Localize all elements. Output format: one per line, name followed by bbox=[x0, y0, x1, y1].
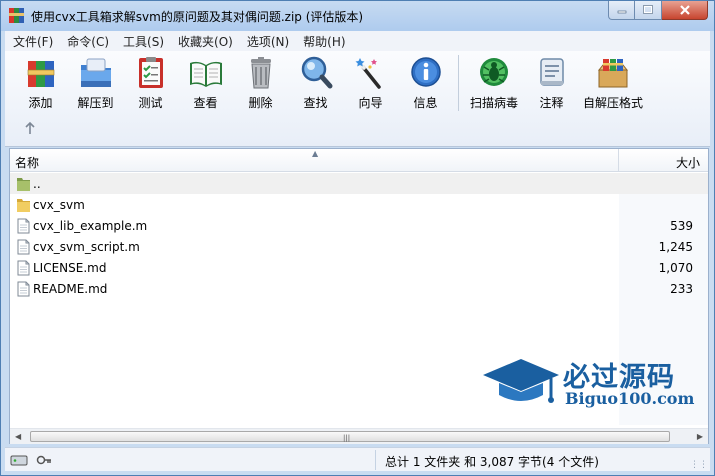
maximize-icon bbox=[643, 5, 653, 14]
virus-scan-label: 扫描病毒 bbox=[469, 96, 518, 110]
menu-favorites[interactable]: 收藏夹(O) bbox=[178, 33, 233, 50]
wizard-wand-icon bbox=[355, 58, 381, 89]
watermark-subtitle: Biguo100.com bbox=[565, 389, 695, 408]
winrar-app-icon bbox=[9, 8, 24, 23]
list-header: ▲ 名称 大小 bbox=[10, 149, 708, 172]
wizard-button[interactable]: 向导 bbox=[343, 55, 398, 111]
up-one-level-icon[interactable] bbox=[23, 121, 37, 135]
list-item-file[interactable]: LICENSE.md 1,070 bbox=[10, 257, 708, 278]
file-name: .. bbox=[33, 177, 41, 191]
view-label: 查看 bbox=[193, 96, 218, 110]
list-item-parent[interactable]: .. bbox=[10, 173, 708, 194]
comment-button[interactable]: 注释 bbox=[524, 55, 579, 111]
extract-folder-icon bbox=[80, 58, 111, 87]
folder-icon bbox=[17, 199, 30, 212]
file-size: 1,245 bbox=[658, 240, 693, 254]
document-icon bbox=[17, 218, 30, 234]
close-button[interactable] bbox=[662, 1, 708, 20]
view-button[interactable]: 查看 bbox=[178, 55, 233, 111]
comment-label: 注释 bbox=[539, 96, 564, 110]
file-name: cvx_svm_script.m bbox=[33, 240, 140, 254]
info-button[interactable]: 信息 bbox=[398, 55, 453, 111]
virus-scan-icon bbox=[480, 58, 508, 86]
scrollbar-thumb[interactable]: ||| bbox=[30, 431, 670, 442]
test-checklist-icon bbox=[138, 57, 163, 88]
extract-to-button[interactable]: 解压到 bbox=[68, 55, 123, 111]
file-name: README.md bbox=[33, 282, 108, 296]
file-size: 233 bbox=[670, 282, 693, 296]
test-button[interactable]: 测试 bbox=[123, 55, 178, 111]
menu-help[interactable]: 帮助(H) bbox=[303, 33, 345, 50]
scrollbar-grip-icon: ||| bbox=[343, 434, 351, 442]
scroll-right-icon[interactable]: ▶ bbox=[697, 432, 703, 441]
file-name: cvx_lib_example.m bbox=[33, 219, 148, 233]
delete-label: 删除 bbox=[248, 96, 273, 110]
window-controls bbox=[608, 1, 708, 21]
find-button[interactable]: 查找 bbox=[288, 55, 343, 111]
menu-tools[interactable]: 工具(S) bbox=[123, 33, 164, 50]
horizontal-scrollbar[interactable]: ◀ ||| ▶ bbox=[10, 428, 708, 444]
sfx-button[interactable]: 自解压格式 bbox=[579, 55, 647, 111]
comment-icon bbox=[539, 58, 564, 86]
maximize-button[interactable] bbox=[635, 1, 662, 20]
delete-button[interactable]: 删除 bbox=[233, 55, 288, 111]
sort-caret-icon: ▲ bbox=[312, 149, 319, 158]
parent-folder-icon bbox=[17, 178, 30, 191]
watermark: 必过源码 Biguo100.com bbox=[481, 353, 695, 413]
status-divider bbox=[375, 450, 376, 470]
status-bar: 总计 1 文件夹 和 3,087 字节(4 个文件) ⋮⋮ bbox=[5, 447, 710, 471]
document-icon bbox=[17, 281, 30, 297]
column-size-header[interactable]: 大小 bbox=[676, 154, 700, 171]
status-summary: 总计 1 文件夹 和 3,087 字节(4 个文件) bbox=[385, 455, 599, 469]
test-label: 测试 bbox=[138, 96, 163, 110]
menu-bar: 文件(F) 命令(C) 工具(S) 收藏夹(O) 选项(N) 帮助(H) bbox=[5, 31, 710, 51]
trash-icon bbox=[250, 57, 271, 89]
add-button[interactable]: 添加 bbox=[13, 55, 68, 111]
file-rows: .. cvx_svm cvx_lib_example.m 539 cvx_svm… bbox=[10, 173, 708, 299]
document-icon bbox=[17, 260, 30, 276]
graduation-cap-icon bbox=[483, 359, 559, 403]
file-size: 539 bbox=[670, 219, 693, 233]
virus-scan-button[interactable]: 扫描病毒 bbox=[464, 55, 524, 111]
column-name-header[interactable]: 名称 bbox=[15, 154, 39, 171]
info-icon bbox=[410, 57, 441, 87]
sfx-box-icon bbox=[597, 59, 629, 88]
resize-grip-icon[interactable]: ⋮⋮ bbox=[690, 460, 708, 470]
file-name: cvx_svm bbox=[33, 198, 85, 212]
toolbar-buttons: 添加 解压到 测试 查看 删除 查找 向导 信息 扫描病毒 注释 自解压格式 bbox=[13, 55, 647, 113]
add-label: 添加 bbox=[28, 96, 53, 110]
app-window: 使用cvx工具箱求解svm的原问题及其对偶问题.zip (评估版本) 文件(F)… bbox=[0, 0, 715, 476]
wizard-label: 向导 bbox=[358, 96, 383, 110]
list-item-file[interactable]: README.md 233 bbox=[10, 278, 708, 299]
list-item-file[interactable]: cvx_lib_example.m 539 bbox=[10, 215, 708, 236]
list-item-file[interactable]: cvx_svm_script.m 1,245 bbox=[10, 236, 708, 257]
menu-file[interactable]: 文件(F) bbox=[13, 33, 53, 50]
magnifier-icon bbox=[301, 56, 332, 89]
minimize-button[interactable] bbox=[608, 1, 635, 20]
window-title: 使用cvx工具箱求解svm的原问题及其对偶问题.zip (评估版本) bbox=[31, 10, 364, 24]
minimize-icon bbox=[617, 10, 626, 14]
find-label: 查找 bbox=[303, 96, 328, 110]
menu-options[interactable]: 选项(N) bbox=[247, 33, 289, 50]
menu-commands[interactable]: 命令(C) bbox=[67, 33, 109, 50]
file-size: 1,070 bbox=[658, 261, 693, 275]
document-icon bbox=[17, 239, 30, 255]
add-archive-icon bbox=[27, 61, 54, 87]
file-name: LICENSE.md bbox=[33, 261, 107, 275]
view-book-icon bbox=[189, 61, 222, 87]
list-item-folder[interactable]: cvx_svm bbox=[10, 194, 708, 215]
title-bar[interactable]: 使用cvx工具箱求解svm的原问题及其对偶问题.zip (评估版本) bbox=[1, 1, 714, 31]
column-divider[interactable] bbox=[618, 149, 619, 172]
sfx-label: 自解压格式 bbox=[582, 96, 643, 110]
close-icon bbox=[679, 5, 690, 15]
info-label: 信息 bbox=[413, 96, 438, 110]
toolbar-separator bbox=[458, 55, 459, 111]
scroll-left-icon[interactable]: ◀ bbox=[15, 432, 21, 441]
drive-key-icon[interactable] bbox=[9, 452, 53, 468]
extract-to-label: 解压到 bbox=[77, 96, 114, 110]
toolbar: 添加 解压到 测试 查看 删除 查找 向导 信息 扫描病毒 注释 自解压格式 bbox=[5, 51, 710, 147]
